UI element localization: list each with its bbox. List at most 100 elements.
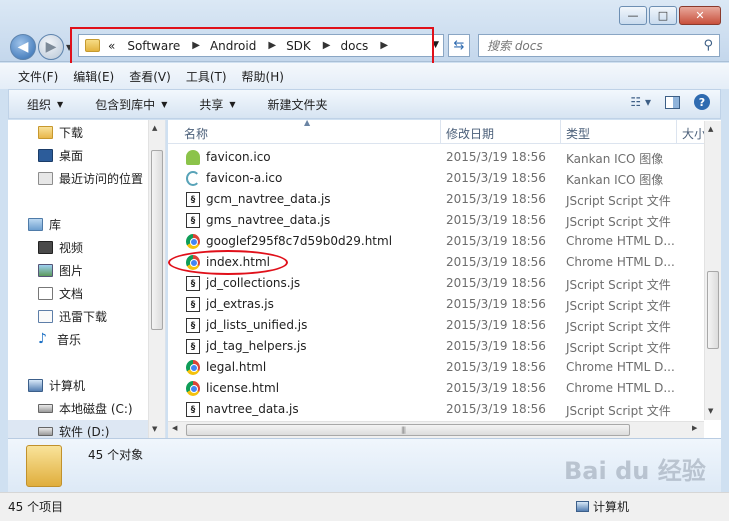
toolbar-right-group: ☷ ▾ ? (630, 94, 710, 110)
file-row[interactable]: § jd_lists_unified.js 2015/3/19 18:56 JS… (168, 315, 704, 336)
file-row-index-html[interactable]: index.html 2015/3/19 18:56 Chrome HTML D… (168, 252, 704, 273)
breadcrumb-software[interactable]: Software (127, 39, 180, 53)
file-row[interactable]: § jd_extras.js 2015/3/19 18:56 JScript S… (168, 294, 704, 315)
sidebar-item-label: 桌面 (59, 148, 84, 163)
maximize-button[interactable]: □ (649, 6, 677, 25)
chevron-right-icon[interactable]: ▶ (268, 40, 276, 51)
column-divider[interactable] (676, 120, 677, 144)
breadcrumb-sdk[interactable]: SDK (286, 39, 311, 53)
refresh-button[interactable]: ⇆ (448, 34, 470, 57)
navigation-scrollbar[interactable]: ▲ ▼ (148, 120, 165, 438)
sidebar-item-local-disk-c[interactable]: 本地磁盘 (C:) (38, 397, 165, 419)
breadcrumb-android[interactable]: Android (210, 39, 256, 53)
view-options-icon[interactable]: ☷ ▾ (630, 95, 651, 109)
scroll-up-icon[interactable]: ▲ (708, 125, 713, 133)
details-pane: 45 个对象 Bai du 经验 (8, 438, 721, 492)
column-header-type[interactable]: 类型 (566, 125, 590, 142)
vertical-scroll-thumb[interactable] (707, 271, 719, 349)
minimize-button[interactable]: — (619, 6, 647, 25)
sidebar-item-xunlei[interactable]: 迅雷下载 (38, 305, 165, 327)
sidebar-item-videos[interactable]: 视频 (38, 236, 165, 258)
column-divider[interactable] (440, 120, 441, 144)
menu-view[interactable]: 查看(V) (129, 68, 171, 85)
chevron-right-icon[interactable]: ▶ (380, 40, 388, 51)
file-row[interactable]: § jd_collections.js 2015/3/19 18:56 JScr… (168, 273, 704, 294)
menu-help[interactable]: 帮助(H) (242, 68, 284, 85)
sidebar-item-music[interactable]: ♪ 音乐 (38, 328, 165, 350)
organize-button[interactable]: 组织 ▼ (27, 96, 63, 113)
menu-file[interactable]: 文件(F) (18, 68, 58, 85)
column-header-name[interactable]: 名称 (184, 125, 208, 142)
file-type: JScript Script 文件 (566, 299, 671, 313)
file-row[interactable]: license.html 2015/3/19 18:56 Chrome HTML… (168, 378, 704, 399)
search-input[interactable] (487, 38, 687, 53)
sidebar-item-label: 图片 (59, 263, 84, 278)
horizontal-scroll-thumb[interactable]: ||| (186, 424, 630, 436)
chevron-right-icon[interactable]: ▶ (192, 40, 200, 51)
chrome-html-icon (186, 255, 200, 270)
address-history-dropdown-icon[interactable]: ▼ (432, 40, 439, 50)
grip-icon: ||| (401, 426, 406, 434)
sidebar-item-libraries[interactable]: 库 (28, 213, 165, 235)
file-name: jd_tag_helpers.js (206, 339, 307, 353)
file-list-horizontal-scrollbar[interactable]: ◀ ||| ▶ (168, 421, 704, 438)
recent-pages-dropdown-icon[interactable]: ▼ (66, 43, 72, 52)
file-list-vertical-scrollbar[interactable]: ▲ ▼ (704, 121, 721, 420)
preview-pane-icon[interactable] (665, 95, 680, 109)
file-name: jd_collections.js (206, 276, 301, 290)
sidebar-item-drive-d[interactable]: 软件 (D:) (8, 420, 156, 438)
file-date: 2015/3/19 18:56 (446, 318, 546, 332)
search-icon[interactable]: ⚲ (703, 38, 713, 53)
chevron-right-icon[interactable]: ▶ (323, 40, 331, 51)
file-row[interactable]: googlef295f8c7d59b0d29.html 2015/3/19 18… (168, 231, 704, 252)
share-button[interactable]: 共享 ▼ (199, 96, 235, 113)
file-name: navtree_data.js (206, 402, 299, 416)
desktop-icon (38, 148, 53, 162)
scroll-down-icon[interactable]: ▼ (708, 407, 713, 415)
file-name: gcm_navtree_data.js (206, 192, 331, 206)
file-row[interactable]: § gcm_navtree_data.js 2015/3/19 18:56 JS… (168, 189, 704, 210)
include-in-library-button[interactable]: 包含到库中 ▼ (95, 96, 167, 113)
menu-tools[interactable]: 工具(T) (186, 68, 227, 85)
sidebar-item-recent[interactable]: 最近访问的位置 (38, 167, 165, 189)
sidebar-item-label: 迅雷下载 (59, 309, 108, 324)
file-row[interactable]: favicon.ico 2015/3/19 18:56 Kankan ICO 图… (168, 147, 704, 168)
file-row[interactable]: § gms_navtree_data.js 2015/3/19 18:56 JS… (168, 210, 704, 231)
file-row[interactable]: favicon-a.ico 2015/3/19 18:56 Kankan ICO… (168, 168, 704, 189)
sidebar-item-label: 视频 (59, 240, 84, 255)
menu-edit[interactable]: 编辑(E) (73, 68, 114, 85)
search-box[interactable]: ⚲ (478, 34, 720, 57)
file-name: jd_extras.js (206, 297, 274, 311)
file-date: 2015/3/19 18:56 (446, 192, 546, 206)
scroll-down-icon[interactable]: ▼ (152, 425, 157, 433)
breadcrumb: « Software ▶ Android ▶ SDK ▶ docs ▶ (108, 39, 398, 53)
column-divider[interactable] (560, 120, 561, 144)
breadcrumb-overflow[interactable]: « (108, 39, 115, 53)
breadcrumb-docs[interactable]: docs (341, 39, 369, 53)
column-header-date[interactable]: 修改日期 (446, 125, 494, 142)
scroll-right-icon[interactable]: ▶ (692, 424, 697, 432)
scroll-left-icon[interactable]: ◀ (172, 424, 177, 432)
sidebar-item-computer[interactable]: 计算机 (28, 374, 165, 396)
column-header-size[interactable]: 大小 (682, 125, 706, 142)
sidebar-item-pictures[interactable]: 图片 (38, 259, 165, 281)
new-folder-button[interactable]: 新建文件夹 (268, 96, 328, 113)
video-library-icon (38, 240, 53, 254)
file-row[interactable]: legal.html 2015/3/19 18:56 Chrome HTML D… (168, 357, 704, 378)
sidebar-item-documents[interactable]: 文档 (38, 282, 165, 304)
file-type: JScript Script 文件 (566, 194, 671, 208)
pictures-library-icon (38, 263, 53, 277)
forward-button[interactable]: ▶ (38, 34, 64, 60)
file-row[interactable]: § jd_tag_helpers.js 2015/3/19 18:56 JScr… (168, 336, 704, 357)
help-icon[interactable]: ? (694, 94, 710, 110)
sidebar-item-desktop[interactable]: 桌面 (38, 144, 165, 166)
back-button[interactable]: ◀ (10, 34, 36, 60)
new-folder-label: 新建文件夹 (267, 97, 328, 112)
navigation-scroll-thumb[interactable] (151, 150, 163, 330)
scroll-up-icon[interactable]: ▲ (152, 124, 157, 132)
address-bar[interactable]: « Software ▶ Android ▶ SDK ▶ docs ▶ ▼ (78, 34, 444, 57)
close-button[interactable]: ✕ (679, 6, 721, 25)
sidebar-item-downloads[interactable]: 下载 (38, 121, 165, 143)
file-name: jd_lists_unified.js (206, 318, 308, 332)
file-row[interactable]: § navtree_data.js 2015/3/19 18:56 JScrip… (168, 399, 704, 420)
